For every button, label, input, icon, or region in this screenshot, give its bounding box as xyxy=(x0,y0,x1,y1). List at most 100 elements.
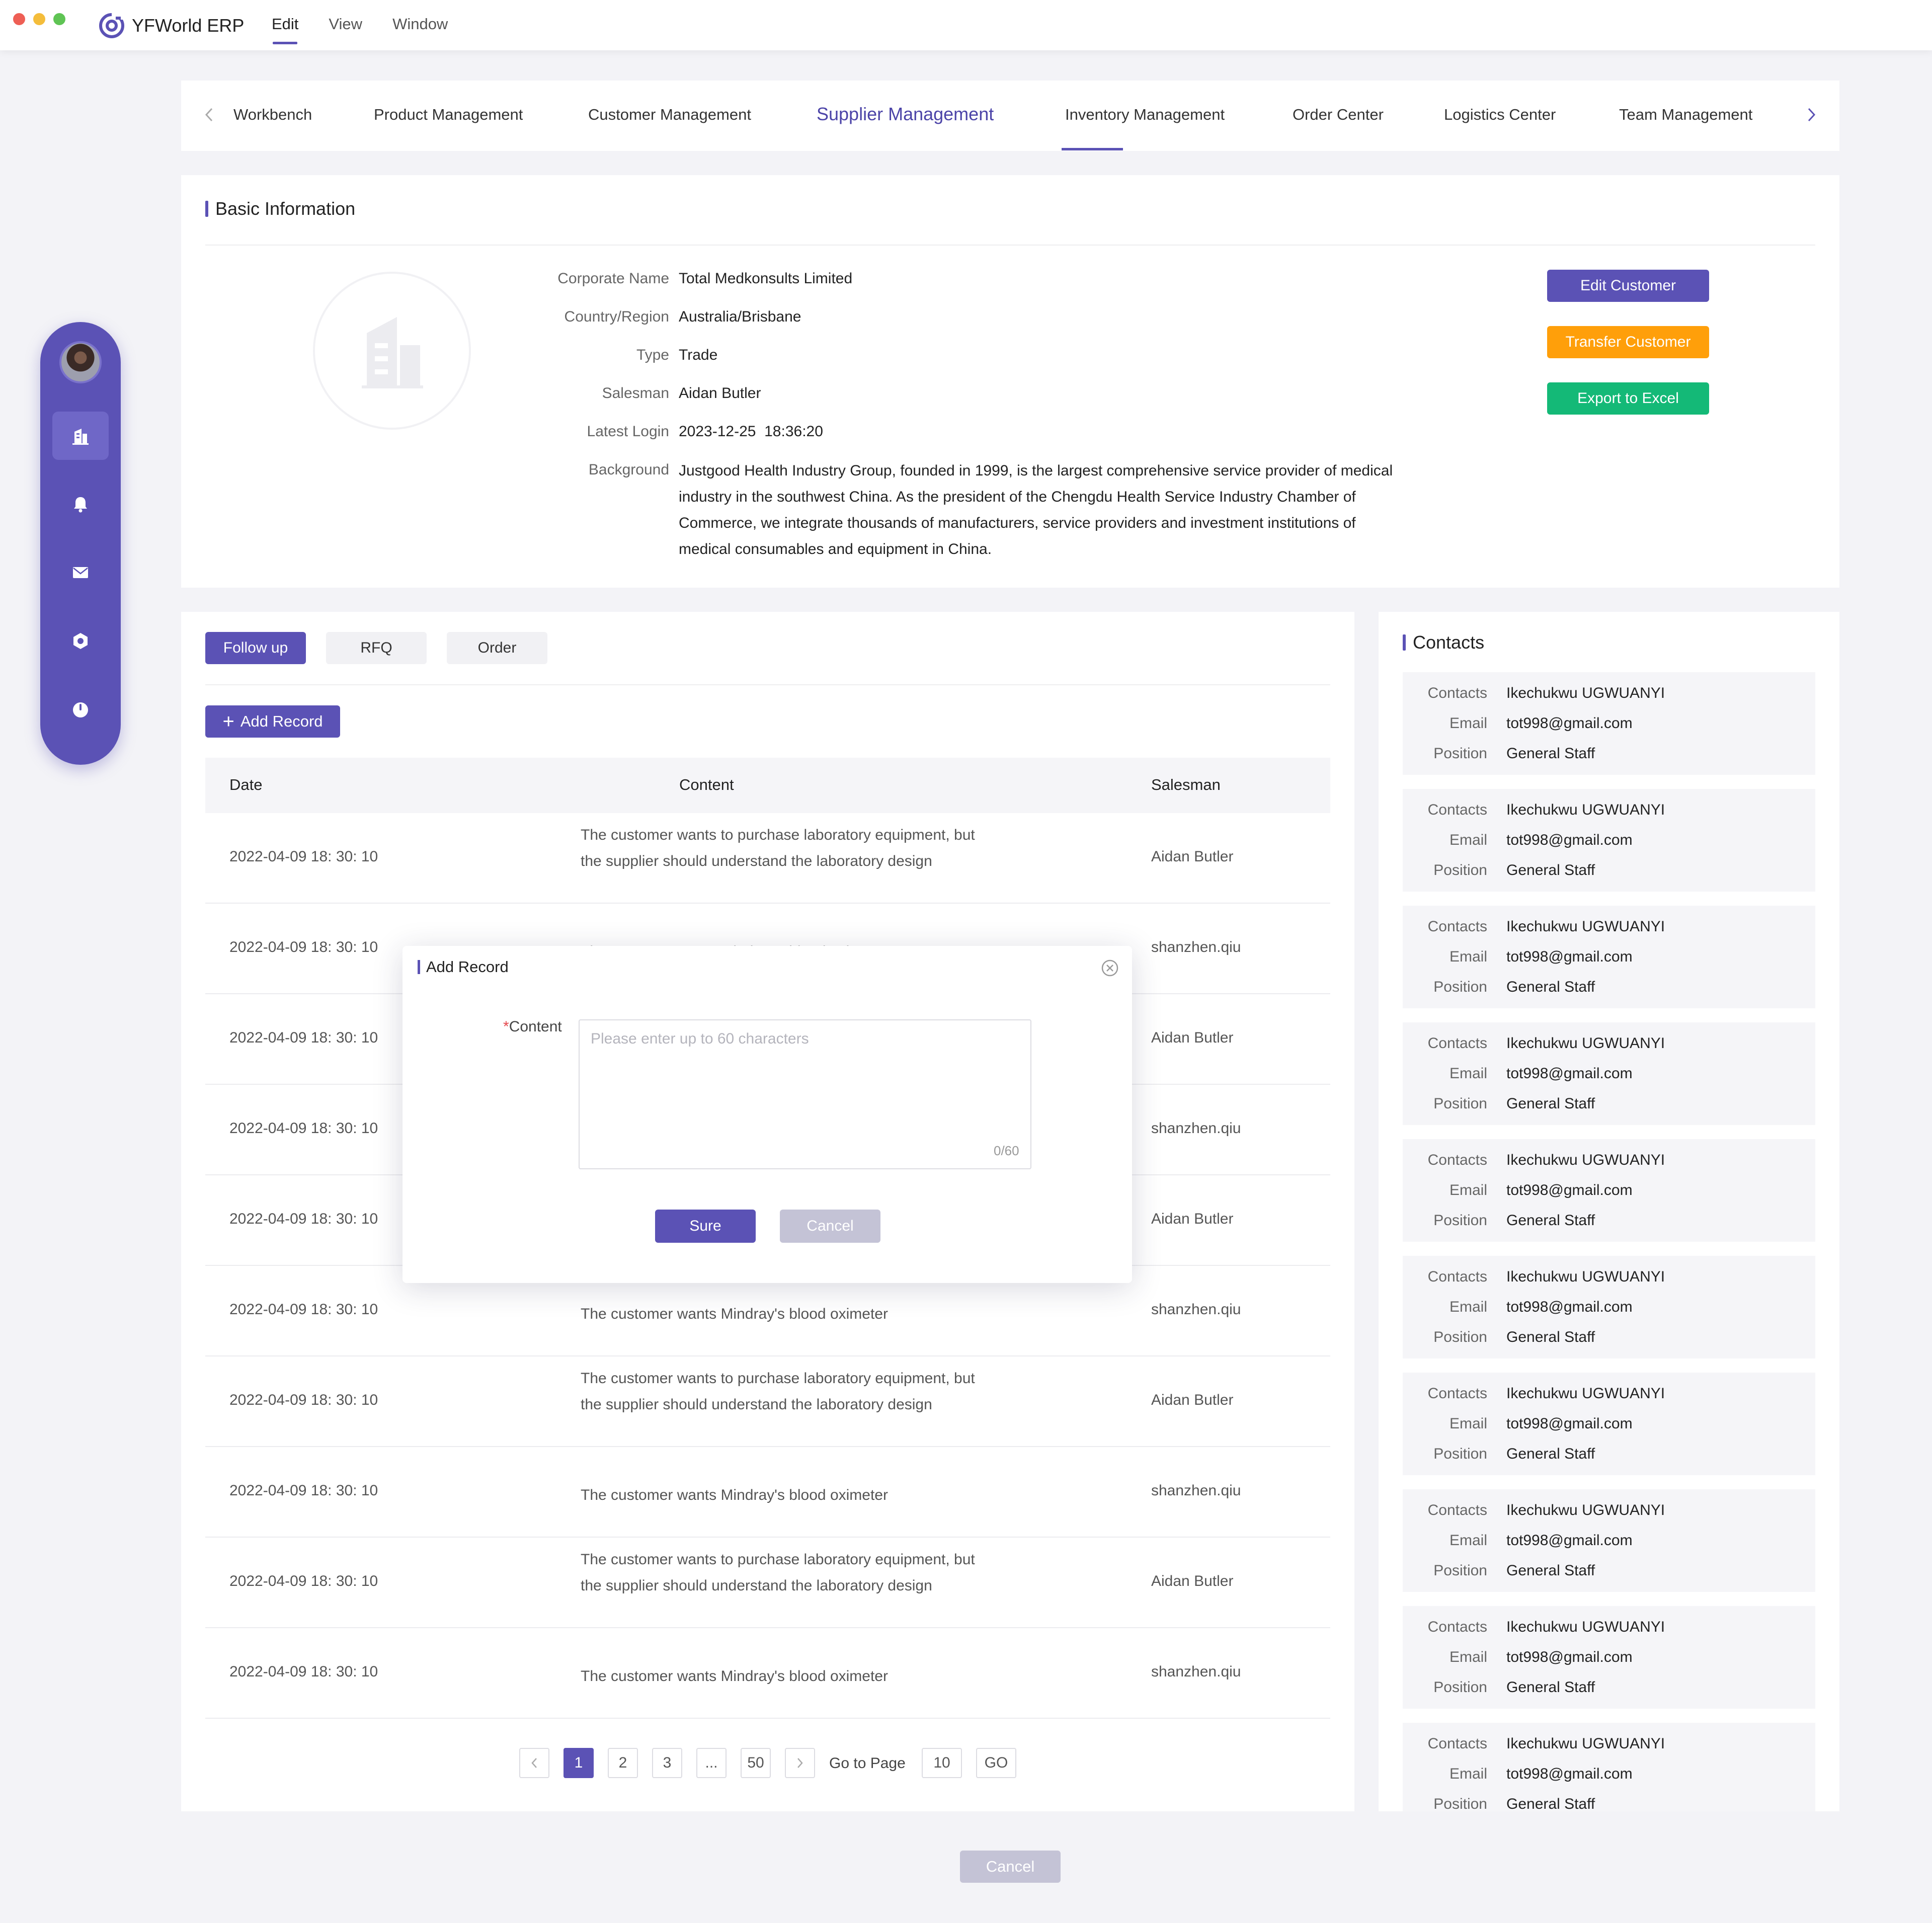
contact-item: Contacts Ikechukwu UGWUANYI Email tot998… xyxy=(1403,906,1815,1008)
contact-name: Ikechukwu UGWUANYI xyxy=(1506,1619,1665,1635)
tabs-next-button[interactable] xyxy=(1801,105,1821,125)
cell-salesman: Aidan Butler xyxy=(1151,1573,1234,1589)
page-button-50[interactable]: 50 xyxy=(741,1748,771,1778)
app-brand: YFWorld ERP xyxy=(99,12,244,39)
cancel-button[interactable]: Cancel xyxy=(960,1851,1061,1883)
rail-mail-button[interactable] xyxy=(52,548,109,597)
contact-email: tot998@gmail.com xyxy=(1506,715,1633,732)
field-value: 2023-12-25 18:36:20 xyxy=(679,423,823,440)
contact-position: General Staff xyxy=(1506,1329,1595,1345)
app-name: YFWorld ERP xyxy=(132,15,245,36)
sure-button[interactable]: Sure xyxy=(655,1210,756,1243)
rail-settings-button[interactable] xyxy=(52,617,109,665)
contact-name: Ikechukwu UGWUANYI xyxy=(1506,918,1665,935)
contact-email: tot998@gmail.com xyxy=(1506,948,1633,965)
window-minimize-button[interactable] xyxy=(33,13,45,25)
goto-page-label: Go to Page xyxy=(829,1755,906,1772)
avatar[interactable] xyxy=(59,341,102,383)
field-label: Salesman xyxy=(602,385,669,402)
cell-date: 2022-04-09 18: 30: 10 xyxy=(229,1392,378,1408)
window-close-button[interactable] xyxy=(13,13,25,25)
rail-building-button[interactable] xyxy=(52,412,109,460)
goto-page-input[interactable]: 10 xyxy=(922,1748,962,1778)
next-page-button[interactable] xyxy=(785,1748,815,1778)
contact-name: Ikechukwu UGWUANYI xyxy=(1506,1152,1665,1168)
cell-date: 2022-04-09 18: 30: 10 xyxy=(229,848,378,865)
tab-inventory-management[interactable]: Inventory Management xyxy=(1065,106,1225,124)
tab-order-center[interactable]: Order Center xyxy=(1293,106,1384,124)
prev-page-button[interactable] xyxy=(519,1748,549,1778)
cell-date: 2022-04-09 18: 30: 10 xyxy=(229,939,378,955)
field-value: Australia/Brisbane xyxy=(679,308,801,325)
contact-item: Contacts Ikechukwu UGWUANYI Email tot998… xyxy=(1403,789,1815,892)
cell-salesman: shanzhen.qiu xyxy=(1151,939,1241,955)
cell-date: 2022-04-09 18: 30: 10 xyxy=(229,1482,378,1499)
email-label: Email xyxy=(1449,715,1487,732)
contact-item: Contacts Ikechukwu UGWUANYI Email tot998… xyxy=(1403,1256,1815,1358)
table-row[interactable]: 2022-04-09 18: 30: 10 The customer wants… xyxy=(205,1538,1330,1628)
close-icon[interactable] xyxy=(1101,959,1119,977)
title-bar: YFWorld ERP Edit View Window xyxy=(0,0,1932,50)
contact-item: Contacts Ikechukwu UGWUANYI Email tot998… xyxy=(1403,1139,1815,1242)
dialog-cancel-button[interactable]: Cancel xyxy=(780,1210,880,1243)
email-label: Email xyxy=(1449,1649,1487,1665)
position-label: Position xyxy=(1433,1095,1487,1112)
contact-position: General Staff xyxy=(1506,1212,1595,1229)
table-row[interactable]: 2022-04-09 18: 30: 10 The customer wants… xyxy=(205,1447,1330,1538)
contact-email: tot998@gmail.com xyxy=(1506,1065,1633,1082)
chevron-right-icon xyxy=(1808,108,1816,122)
tab-rfq[interactable]: RFQ xyxy=(326,632,427,664)
position-label: Position xyxy=(1433,1796,1487,1811)
contact-position: General Staff xyxy=(1506,745,1595,762)
contact-position: General Staff xyxy=(1506,1446,1595,1462)
rail-power-button[interactable] xyxy=(52,685,109,734)
tab-workbench[interactable]: Workbench xyxy=(233,106,312,124)
tab-customer-management[interactable]: Customer Management xyxy=(588,106,751,124)
page-button-1[interactable]: 1 xyxy=(564,1748,594,1778)
table-row[interactable]: 2022-04-09 18: 30: 10 The customer wants… xyxy=(205,813,1330,904)
tab-team-management[interactable]: Team Management xyxy=(1619,106,1752,124)
contact-email: tot998@gmail.com xyxy=(1506,1649,1633,1665)
go-button[interactable]: GO xyxy=(976,1748,1016,1778)
contact-label: Contacts xyxy=(1427,1619,1487,1635)
tab-supplier-management[interactable]: Supplier Management xyxy=(817,104,994,125)
position-label: Position xyxy=(1433,862,1487,878)
table-header: Date Content Salesman xyxy=(205,758,1330,813)
transfer-customer-button[interactable]: Transfer Customer xyxy=(1547,326,1709,358)
export-excel-button[interactable]: Export to Excel xyxy=(1547,382,1709,415)
pagination: 1 2 3 ... 50 Go to Page 10 GO xyxy=(181,1748,1354,1778)
menu-window[interactable]: Window xyxy=(392,15,448,44)
content-textarea[interactable] xyxy=(579,1019,1031,1169)
add-record-button[interactable]: + Add Record xyxy=(205,705,340,738)
contact-name: Ikechukwu UGWUANYI xyxy=(1506,685,1665,701)
basic-information-card: Basic Information Corporate Name Total M… xyxy=(181,175,1839,588)
field-label: Corporate Name xyxy=(557,270,669,287)
tab-follow-up[interactable]: Follow up xyxy=(205,632,306,664)
page-button-2[interactable]: 2 xyxy=(608,1748,638,1778)
tabs-prev-button[interactable] xyxy=(199,105,219,125)
tab-order[interactable]: Order xyxy=(447,632,547,664)
tab-logistics-center[interactable]: Logistics Center xyxy=(1444,106,1556,124)
bell-icon xyxy=(74,497,87,513)
contact-item: Contacts Ikechukwu UGWUANYI Email tot998… xyxy=(1403,1723,1815,1811)
table-row[interactable]: 2022-04-09 18: 30: 10 The customer wants… xyxy=(205,1628,1330,1719)
cell-date: 2022-04-09 18: 30: 10 xyxy=(229,1211,378,1227)
rail-notifications-button[interactable] xyxy=(52,480,109,528)
add-record-label: Add Record xyxy=(240,712,323,730)
cell-date: 2022-04-09 18: 30: 10 xyxy=(229,1029,378,1046)
contact-position: General Staff xyxy=(1506,1796,1595,1811)
contact-email: tot998@gmail.com xyxy=(1506,1299,1633,1315)
edit-customer-button[interactable]: Edit Customer xyxy=(1547,270,1709,302)
menu-edit[interactable]: Edit xyxy=(272,15,298,44)
page-button-3[interactable]: 3 xyxy=(652,1748,682,1778)
menu-view[interactable]: View xyxy=(329,15,362,44)
field-background: Background xyxy=(181,457,674,483)
contact-label: Contacts xyxy=(1427,1502,1487,1518)
contact-label: Contacts xyxy=(1427,1268,1487,1285)
field-label: Country/Region xyxy=(564,308,669,325)
window-maximize-button[interactable] xyxy=(53,13,65,25)
page-ellipsis[interactable]: ... xyxy=(696,1748,727,1778)
table-row[interactable]: 2022-04-09 18: 30: 10 The customer wants… xyxy=(205,1356,1330,1447)
email-label: Email xyxy=(1449,1415,1487,1432)
tab-product-management[interactable]: Product Management xyxy=(374,106,523,124)
